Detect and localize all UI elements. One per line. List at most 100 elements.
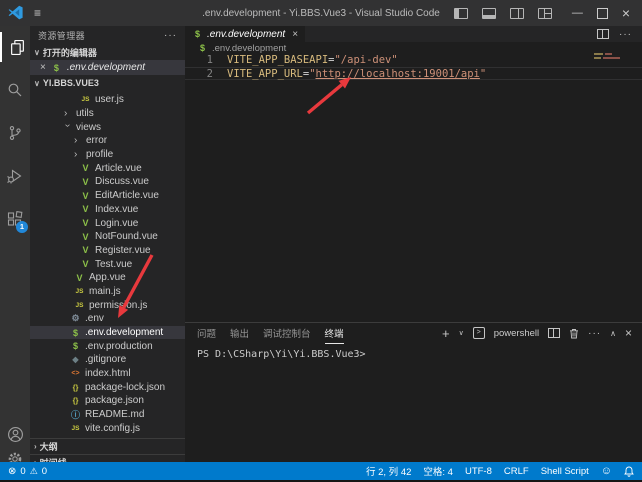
close-icon[interactable]: × [40,62,46,73]
folder-utils[interactable]: ›utils [30,107,185,121]
toggle-secondary-sidebar-icon[interactable] [510,8,524,19]
status-item-0[interactable]: 行 2, 列 42 [366,464,411,478]
folder-views[interactable]: ›views [30,120,185,134]
chevron-right-icon: › [34,442,37,451]
file-EditArticle.vue[interactable]: VEditArticle.vue [30,189,185,203]
file-permission.js[interactable]: JSpermission.js [30,298,185,312]
file-package-lock.json[interactable]: {}package-lock.json [30,380,185,394]
file-NotFound.vue[interactable]: VNotFound.vue [30,230,185,244]
file-.gitignore[interactable]: ◆.gitignore [30,353,185,367]
file-Register.vue[interactable]: VRegister.vue [30,244,185,258]
minimize-button[interactable]: — [572,7,583,19]
open-editor-item[interactable]: × $ .env.development [30,60,185,75]
status-item-1[interactable]: 空格: 4 [423,464,453,478]
code-line-1[interactable]: 1VITE_APP_BASEAPI="/api-dev" [185,54,642,67]
open-editors-section[interactable]: ∨ 打开的编辑器 [30,44,185,60]
close-panel-icon[interactable]: × [625,326,632,340]
breadcrumb[interactable]: $ .env.development [185,42,642,54]
timeline-section[interactable]: › 时间线 [30,454,185,462]
open-editors-label: 打开的编辑器 [43,46,97,59]
file-label: views [76,122,101,133]
notifications-bell-icon[interactable] [624,466,634,477]
explorer-sidebar: 资源管理器 ··· ∨ 打开的编辑器 × $ .env.development … [30,26,185,462]
code-editor[interactable]: 1VITE_APP_BASEAPI="/api-dev"2VITE_APP_UR… [185,54,642,80]
vue-file-icon: V [80,163,91,173]
tab-env-development[interactable]: $ .env.development × [185,26,305,42]
status-item-4[interactable]: Shell Script [541,466,589,477]
powershell-icon: > [473,327,485,339]
file-README.md[interactable]: ⓘREADME.md [30,408,185,422]
file-vite.config.js[interactable]: JSvite.config.js [30,422,185,436]
shell-file-icon: $ [197,43,208,53]
terminal-dropdown-icon[interactable]: ∨ [459,329,464,337]
problems-status[interactable]: ⊗ 0 ⚠ 0 [8,466,47,477]
maximize-button[interactable] [597,8,608,19]
folder-profile[interactable]: ›profile [30,148,185,162]
project-name: YI.BBS.VUE3 [43,78,99,88]
kill-terminal-icon[interactable] [569,328,579,339]
chevron-right-icon: › [64,108,72,119]
run-debug-icon[interactable] [0,161,30,191]
new-terminal-icon[interactable]: + [442,326,450,341]
toggle-sidebar-icon[interactable] [454,8,468,19]
panel-tab-调试控制台[interactable]: 调试控制台 [263,323,311,343]
editor-more-icon[interactable]: ··· [619,29,632,40]
panel-tab-问题[interactable]: 问题 [197,323,216,343]
line-number: 2 [185,68,227,79]
panel-tab-输出[interactable]: 输出 [230,323,249,343]
outline-section[interactable]: › 大纲 [30,438,185,454]
minimap[interactable] [594,53,626,60]
code-token: "/api-dev" [334,54,397,67]
file-Discuss.vue[interactable]: VDiscuss.vue [30,175,185,189]
split-editor-icon[interactable] [597,29,609,39]
vue-file-icon: V [80,218,91,228]
explorer-icon[interactable] [0,32,32,62]
file-Login.vue[interactable]: VLogin.vue [30,216,185,230]
search-icon[interactable] [0,75,30,105]
panel-more-icon[interactable]: ··· [588,328,601,339]
shell-file-icon: $ [192,29,203,39]
customize-layout-icon[interactable] [538,8,552,19]
shell-file-icon: $ [51,63,62,73]
breadcrumb-label: .env.development [212,43,286,54]
menu-icon[interactable]: ≡ [34,6,41,20]
bottom-panel: 问题输出调试控制台终端 + ∨ > powershell ··· ∧ × PS … [185,322,642,462]
toggle-panel-icon[interactable] [482,8,496,19]
split-terminal-icon[interactable] [548,328,560,338]
status-item-2[interactable]: UTF-8 [465,466,492,477]
file-Index.vue[interactable]: VIndex.vue [30,203,185,217]
file-main.js[interactable]: JSmain.js [30,285,185,299]
panel-tab-终端[interactable]: 终端 [325,323,344,344]
file-.env.production[interactable]: $.env.production [30,339,185,353]
source-control-icon[interactable] [0,118,30,148]
folder-error[interactable]: ›error [30,134,185,148]
file-.env[interactable]: ⚙.env [30,312,185,326]
vue-file-icon: V [80,259,91,269]
file-user.js[interactable]: JSuser.js [30,93,185,107]
shell-label[interactable]: powershell [494,328,539,339]
tab-label: .env.development [207,29,285,40]
file-label: Index.vue [95,204,138,215]
file-App.vue[interactable]: VApp.vue [30,271,185,285]
file-index.html[interactable]: <>index.html [30,367,185,381]
close-button[interactable]: × [622,5,630,21]
file-package.json[interactable]: {}package.json [30,394,185,408]
code-token: VITE_APP_URL [227,68,303,79]
close-icon[interactable]: × [292,29,298,40]
file-.env.development[interactable]: $.env.development [30,326,185,340]
explorer-more-icon[interactable]: ··· [164,30,177,41]
terminal[interactable]: PS D:\CSharp\Yi\Yi.BBS.Vue3> [197,349,642,360]
status-bar: ⊗ 0 ⚠ 0 行 2, 列 42 空格: 4 UTF-8 CRLF Shell Scr… [0,462,642,482]
code-line-2[interactable]: 2VITE_APP_URL="http://localhost:19001/ap… [185,67,642,80]
project-section-header[interactable]: ∨ YI.BBS.VUE3 [30,75,185,91]
status-item-3[interactable]: CRLF [504,466,529,477]
file-label: profile [86,149,113,160]
file-label: package.json [85,395,144,406]
file-Article.vue[interactable]: VArticle.vue [30,161,185,175]
maximize-panel-icon[interactable]: ∧ [610,329,616,338]
file-label: Test.vue [95,259,132,270]
feedback-icon[interactable]: ☺ [601,465,612,477]
file-Test.vue[interactable]: V Test.vue [30,257,185,271]
extensions-icon[interactable]: 1 [0,204,30,234]
file-label: .env.development [85,327,163,338]
